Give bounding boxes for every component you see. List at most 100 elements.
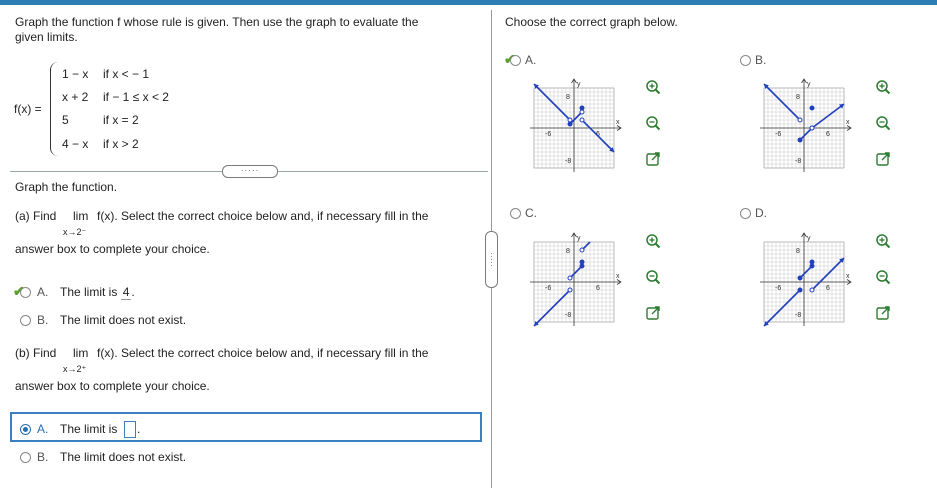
zoom-in-icon[interactable] xyxy=(875,233,891,249)
part-a-answer-suffix: . xyxy=(131,285,135,299)
part-a-choice-b-radio[interactable] xyxy=(20,315,31,326)
option-b-radio[interactable] xyxy=(740,55,751,66)
x-tick-label: -6 xyxy=(545,131,551,138)
option-c-radio[interactable] xyxy=(510,208,521,219)
piece-expr-1: 1 − x xyxy=(62,67,89,81)
y-axis-label: y xyxy=(577,81,581,88)
y-axis-label: y xyxy=(577,235,581,242)
popout-icon[interactable] xyxy=(875,305,891,321)
part-b-choice-a-text[interactable]: The limit is xyxy=(60,422,117,437)
part-b-lim: lim xyxy=(73,346,89,360)
closed-point xyxy=(809,105,815,111)
part-a-choice-b-text[interactable]: The limit does not exist. xyxy=(60,313,186,328)
part-a-choice-a-radio[interactable] xyxy=(20,287,31,298)
y-axis-label: y xyxy=(807,81,811,88)
function-label: f(x) = xyxy=(14,102,42,116)
y-tick-label: -8 xyxy=(565,312,571,319)
piece-expr-4: 4 − x xyxy=(62,137,89,151)
expand-more-button[interactable]: ····· xyxy=(222,165,278,178)
x-tick-label: -6 xyxy=(545,285,551,292)
piece-expr-3: 5 xyxy=(62,113,69,127)
piece-cond-2: if − 1 ≤ x < 2 xyxy=(103,90,169,104)
option-a-letter: A. xyxy=(525,53,537,67)
x-axis-label: x xyxy=(846,273,850,280)
graph-option-a[interactable]: yx-6 68-8 xyxy=(526,74,626,184)
part-b-prefix: (b) Find xyxy=(15,346,57,360)
y-tick-label: 8 xyxy=(566,94,570,101)
part-b-choice-b-radio[interactable] xyxy=(20,452,31,463)
x-tick-label: 6 xyxy=(596,285,600,292)
x-tick-label: 6 xyxy=(826,285,830,292)
zoom-in-icon[interactable] xyxy=(875,79,891,95)
part-a-choice-a-letter: A. xyxy=(37,285,49,299)
handle xyxy=(884,124,891,131)
part-a-lim: lim xyxy=(73,209,89,223)
handle xyxy=(654,124,661,131)
x-axis-label: x xyxy=(846,119,850,126)
graph-option-c[interactable]: y x -6 6 8 -8 xyxy=(526,228,626,338)
handle xyxy=(884,242,891,249)
piece-cond-4: if x > 2 xyxy=(103,137,139,151)
zoom-out-icon[interactable] xyxy=(645,115,661,131)
piece-cond-3: if x = 2 xyxy=(103,113,139,127)
y-tick-label: -8 xyxy=(795,158,801,165)
handle xyxy=(654,278,661,285)
graph-prompt: Graph the function. xyxy=(15,180,118,194)
part-a-text: f(x). Select the correct choice below an… xyxy=(97,209,429,223)
popout-icon[interactable] xyxy=(645,305,661,321)
closed-point xyxy=(797,287,803,293)
open-point xyxy=(797,117,803,123)
x-tick-label: -6 xyxy=(775,131,781,138)
closed-point xyxy=(809,259,815,265)
popout-icon[interactable] xyxy=(875,151,891,167)
graph-option-d[interactable]: y x -6 6 8 -8 xyxy=(756,228,856,338)
closed-point xyxy=(579,105,585,111)
part-b-line2: answer box to complete your choice. xyxy=(15,379,210,393)
part-b-limit-input[interactable] xyxy=(124,421,136,438)
open-point xyxy=(809,125,815,131)
option-b-letter: B. xyxy=(755,53,767,67)
part-a-answer-value: 4 xyxy=(120,285,132,300)
instruction-line-1: Graph the function f whose rule is given… xyxy=(15,15,419,29)
closed-point xyxy=(797,275,803,281)
open-point xyxy=(567,287,573,293)
part-b-text: f(x). Select the correct choice below an… xyxy=(97,346,429,360)
part-a-choice-a-label[interactable]: The limit is 4. xyxy=(60,285,135,300)
closed-point xyxy=(809,263,815,269)
option-d-radio[interactable] xyxy=(740,208,751,219)
option-a-radio[interactable] xyxy=(510,55,521,66)
closed-point xyxy=(579,259,585,265)
open-point xyxy=(567,117,573,123)
piece-expr-2: x + 2 xyxy=(62,90,89,104)
part-a-choice-b-letter: B. xyxy=(37,313,49,327)
y-tick-label: 8 xyxy=(566,248,570,255)
zoom-out-icon[interactable] xyxy=(645,269,661,285)
zoom-out-icon[interactable] xyxy=(875,269,891,285)
piecewise-brace xyxy=(50,62,59,156)
zoom-in-icon[interactable] xyxy=(645,233,661,249)
handle xyxy=(654,88,661,95)
part-a-subscript: x→2⁻ xyxy=(63,227,87,237)
x-tick-label: -6 xyxy=(775,285,781,292)
part-b-choice-a-letter: A. xyxy=(37,422,49,436)
open-point xyxy=(579,109,585,115)
closed-point xyxy=(579,263,585,269)
graph-option-b[interactable]: y x -6 6 8 -8 xyxy=(756,74,856,184)
handle xyxy=(654,242,661,249)
x-axis-label: x xyxy=(616,273,620,280)
part-a-prefix: (a) Find xyxy=(15,209,57,223)
y-tick-label: 8 xyxy=(796,94,800,101)
panel-resize-handle[interactable]: · · · · · xyxy=(485,231,498,288)
option-d-letter: D. xyxy=(755,206,767,220)
y-tick-label: -8 xyxy=(795,312,801,319)
part-b-choice-b-text[interactable]: The limit does not exist. xyxy=(60,450,186,465)
handle xyxy=(884,278,891,285)
top-accent-bar xyxy=(0,0,937,5)
zoom-in-icon[interactable] xyxy=(645,79,661,95)
part-b-choice-a-radio[interactable] xyxy=(20,424,31,435)
y-axis-label: y xyxy=(807,235,811,242)
open-point xyxy=(809,287,815,293)
popout-icon[interactable] xyxy=(645,151,661,167)
zoom-out-icon[interactable] xyxy=(875,115,891,131)
instruction-line-2: given limits. xyxy=(15,30,78,44)
